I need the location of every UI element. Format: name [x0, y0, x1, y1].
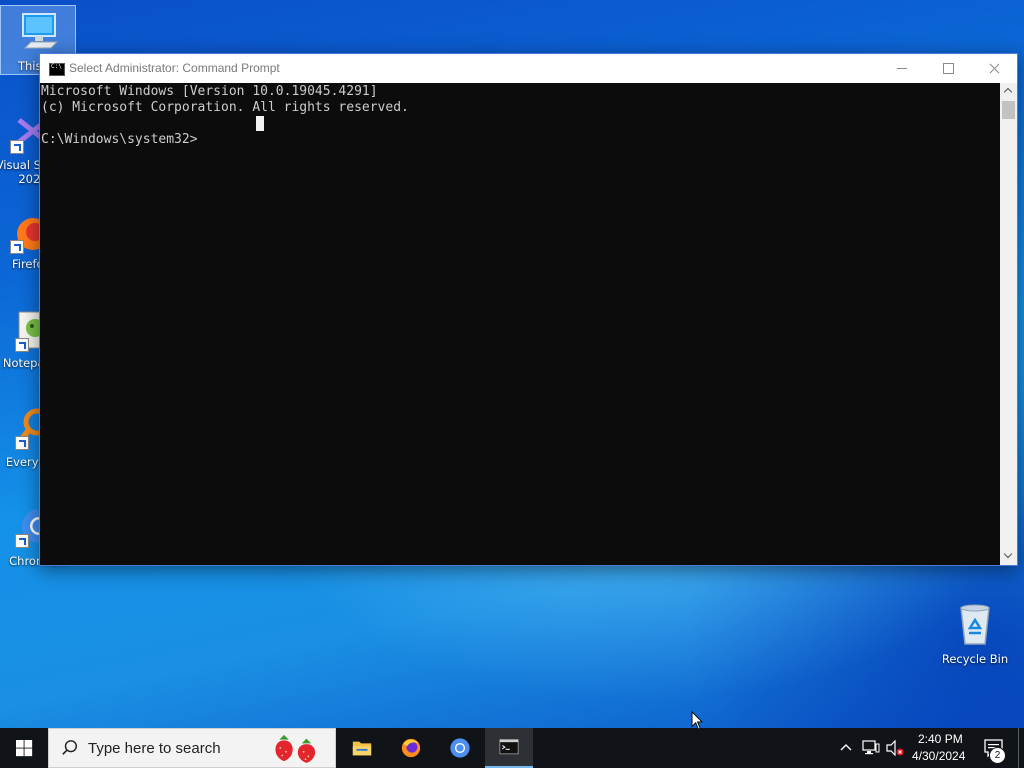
chromium-icon [450, 738, 470, 758]
vertical-scrollbar[interactable] [1000, 83, 1017, 565]
mouse-pointer-icon [691, 711, 704, 730]
console-prompt: C:\Windows\system32> [41, 132, 198, 147]
console-output[interactable]: Microsoft Windows [Version 10.0.19045.42… [40, 83, 1000, 565]
clock-time[interactable]: 2:40 PM [918, 732, 963, 746]
show-hidden-icons-chevron-icon[interactable] [840, 742, 852, 754]
window-title: Select Administrator: Command Prompt [69, 61, 280, 75]
start-button[interactable] [0, 728, 48, 768]
shortcut-arrow-icon [10, 140, 24, 154]
search-placeholder: Type here to search [88, 740, 221, 757]
search-icon [62, 740, 78, 755]
minimize-button[interactable] [879, 54, 925, 83]
shortcut-arrow-icon [10, 240, 24, 254]
scroll-down-arrow-icon[interactable] [1000, 548, 1017, 565]
scroll-up-arrow-icon[interactable] [1000, 83, 1017, 100]
command-prompt-window[interactable]: Select Administrator: Command Prompt Mic… [39, 53, 1018, 566]
text-cursor [256, 116, 264, 131]
firefox-icon [401, 738, 421, 758]
desktop-icon-recycle-bin[interactable]: Recycle Bin [937, 600, 1013, 670]
strawberries-highlight-icon [275, 734, 316, 763]
file-explorer-icon [352, 741, 372, 756]
taskbar-search-box[interactable]: Type here to search [48, 728, 336, 768]
shortcut-arrow-icon [15, 534, 29, 548]
window-titlebar[interactable]: Select Administrator: Command Prompt [40, 54, 1017, 83]
taskbar: Type here to search 2:40 PM 4/30/2024 2 [0, 728, 1024, 768]
scrollbar-thumb[interactable] [1002, 101, 1015, 119]
shortcut-arrow-icon [15, 338, 29, 352]
network-icon[interactable] [862, 740, 880, 756]
console-line: Microsoft Windows [Version 10.0.19045.42… [41, 84, 378, 99]
windows-logo-icon [16, 740, 33, 757]
maximize-button[interactable] [925, 54, 971, 83]
show-desktop-button[interactable] [1018, 728, 1024, 768]
taskbar-firefox[interactable] [387, 728, 435, 768]
volume-muted-icon[interactable] [886, 740, 904, 756]
shortcut-arrow-icon [15, 436, 29, 450]
desktop-icon-label: Recycle Bin [941, 652, 1009, 666]
taskbar-command-prompt[interactable] [485, 728, 533, 768]
clock-date[interactable]: 4/30/2024 [912, 749, 965, 763]
taskbar-chromium[interactable] [436, 728, 484, 768]
action-center-button[interactable]: 2 [976, 728, 1016, 768]
console-line: (c) Microsoft Corporation. All rights re… [41, 100, 409, 115]
computer-icon [22, 13, 59, 49]
taskbar-file-explorer[interactable] [338, 728, 386, 768]
command-prompt-icon [499, 739, 519, 755]
notification-count-badge: 2 [989, 747, 1006, 764]
command-prompt-icon [49, 63, 65, 76]
recycle-bin-icon [960, 604, 990, 645]
close-button[interactable] [971, 54, 1017, 83]
